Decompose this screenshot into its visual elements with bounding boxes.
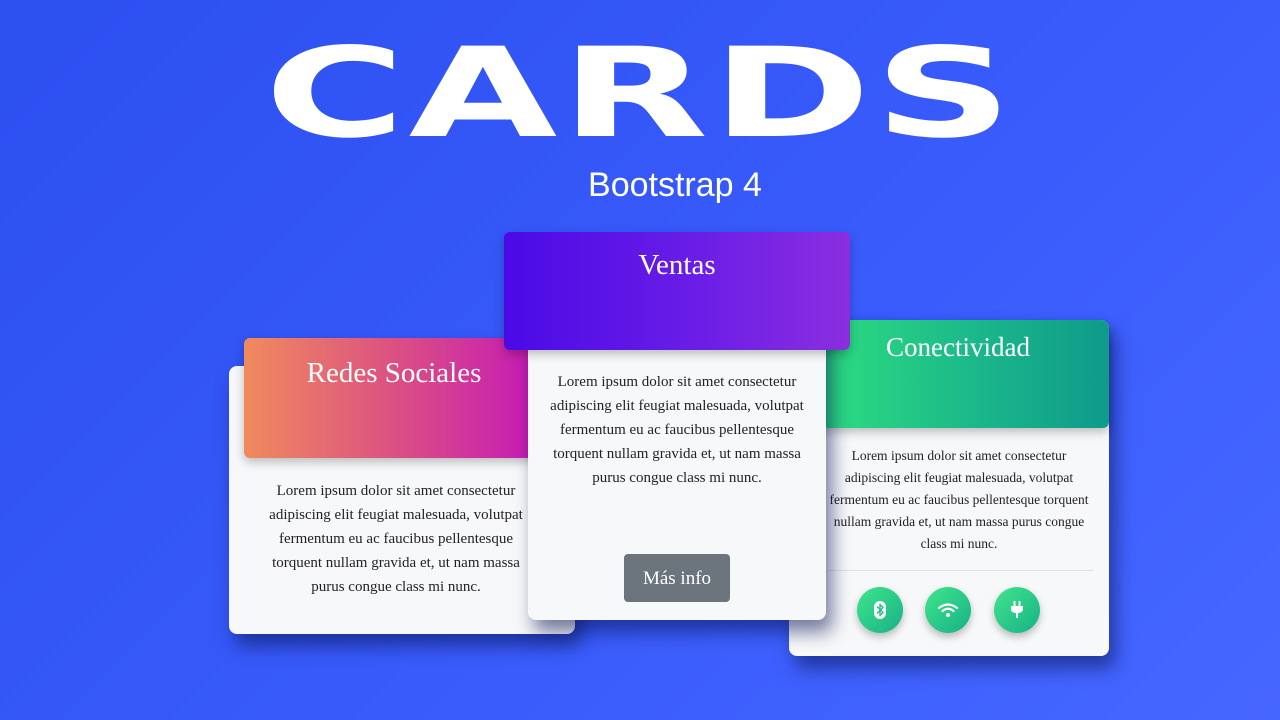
card-title: Ventas — [638, 249, 716, 281]
card-body-text: Lorem ipsum dolor sit amet consectetur a… — [550, 374, 804, 486]
card-header: Ventas — [504, 232, 850, 350]
card-title: Conectividad — [886, 332, 1030, 362]
card-header: Redes Sociales — [244, 338, 544, 458]
divider — [823, 570, 1093, 571]
page-subtitle: Bootstrap 4 — [588, 166, 762, 204]
card-redes-sociales: Redes Sociales Lorem ipsum dolor sit ame… — [229, 338, 575, 634]
card-header: Conectividad — [807, 320, 1109, 428]
more-info-button[interactable]: Más info — [624, 554, 730, 602]
wifi-icon[interactable] — [925, 587, 971, 633]
bluetooth-icon[interactable] — [857, 587, 903, 633]
card-title: Redes Sociales — [306, 357, 482, 389]
card-body-text: Lorem ipsum dolor sit amet consectetur a… — [269, 483, 523, 595]
page-title: CARDS — [264, 22, 1016, 166]
card-conectividad: Conectividad Lorem ipsum dolor sit amet … — [789, 320, 1109, 656]
card-body-text: Lorem ipsum dolor sit amet consectetur a… — [829, 448, 1089, 551]
card-ventas: Ventas Lorem ipsum dolor sit amet consec… — [504, 232, 850, 620]
plug-icon[interactable] — [994, 587, 1040, 633]
